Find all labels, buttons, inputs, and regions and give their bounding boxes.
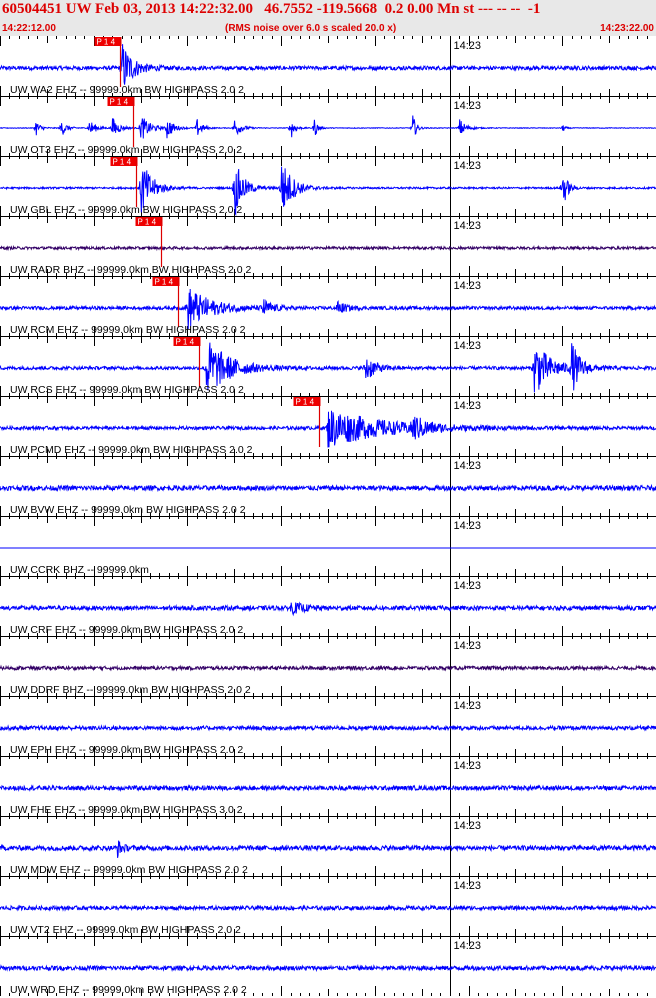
minute-label: 14:23 bbox=[454, 400, 482, 412]
waveform-trace bbox=[0, 784, 656, 793]
waveform-trace bbox=[0, 601, 656, 617]
waveform-trace bbox=[0, 904, 656, 912]
waveform-trace bbox=[0, 44, 656, 85]
station-label: UW CRF EHZ -- 99999.0km BW HIGHPASS 2.0 … bbox=[10, 624, 243, 636]
minute-label: 14:23 bbox=[454, 160, 482, 172]
station-label: UW DDRF BHZ -- 99999.0km BW HIGHPASS 2.0… bbox=[10, 684, 251, 696]
trace-panel: 14:23 UW MDW EHZ -- 99999.0km BW HIGHPASS… bbox=[0, 816, 656, 876]
trace-panel: 14:23 UW VT2 EHZ -- 99999.0km BW HIGHPASS… bbox=[0, 876, 656, 936]
trace-panel: 14:23 P 1 4 UW RCM EHZ -- 99999.0km BW HIG… bbox=[0, 276, 656, 336]
station-label: UW RCS EHZ -- 99999.0km BW HIGHPASS 2.0 … bbox=[10, 384, 244, 396]
minute-label: 14:23 bbox=[454, 820, 482, 832]
station-label: UW VT2 EHZ -- 99999.0km BW HIGHPASS 2.0 … bbox=[10, 924, 241, 936]
start-time-label: 14:22:12.00 bbox=[2, 23, 56, 34]
event-title: 60504451 UW Feb 03, 2013 14:22:32.00 46.… bbox=[2, 1, 541, 17]
trace-panel: 14:23 UW EPH EHZ -- 99999.0km BW HIGHPASS… bbox=[0, 696, 656, 756]
seismogram-plot: 14:23 P 1 4 UW WA2 EHZ -- 99999.0km BW HIG… bbox=[0, 36, 656, 996]
waveform-trace bbox=[0, 115, 656, 139]
station-label: UW EPH EHZ -- 99999.0km BW HIGHPASS 2.0 … bbox=[10, 744, 243, 756]
end-time-label: 14:23:22.00 bbox=[600, 23, 654, 34]
minute-label: 14:23 bbox=[454, 220, 482, 232]
pick-label: P 1 4 bbox=[138, 218, 157, 227]
waveform-trace bbox=[0, 963, 656, 973]
trace-panel: 14:23 UW BVW EHZ -- 99999.0km BW HIGHPASS… bbox=[0, 456, 656, 516]
station-label: UW FHE EHZ -- 99999.0km BW HIGHPASS 3.0 … bbox=[10, 804, 243, 816]
pick-label: P 1 4 bbox=[113, 158, 132, 167]
trace-panel: 14:23 UW FHE EHZ -- 99999.0km BW HIGHPASS… bbox=[0, 756, 656, 816]
station-label: UW MDW EHZ -- 99999.0km BW HIGHPASS 2.0 … bbox=[10, 864, 248, 876]
station-label: UW GBL EHZ -- 99999.0km BW HIGHPASS 2.0 … bbox=[10, 204, 242, 216]
trace-panel: 14:23 UW CCRK BHZ -- 99999.0km bbox=[0, 516, 656, 576]
waveform-trace bbox=[0, 244, 656, 252]
trace-panel: 14:23 UW WRD EHZ -- 99999.0km BW HIGHPASS… bbox=[0, 936, 656, 996]
pick-label: P 1 4 bbox=[176, 338, 195, 347]
minute-label: 14:23 bbox=[454, 700, 482, 712]
station-label: UW RCM EHZ -- 99999.0km BW HIGHPASS 2.0 … bbox=[10, 324, 246, 336]
waveform-trace bbox=[0, 664, 656, 672]
waveform-trace bbox=[0, 724, 656, 732]
station-label: UW WRD EHZ -- 99999.0km BW HIGHPASS 2.0 … bbox=[10, 984, 247, 996]
trace-panel: 14:23 P 1 4 UW PCMD EHZ -- 99999.0km BW HI… bbox=[0, 396, 656, 456]
trace-panel: 14:23 P 1 4 UW GBL EHZ -- 99999.0km BW HIG… bbox=[0, 156, 656, 217]
minute-label: 14:23 bbox=[454, 520, 482, 532]
trace-panel: 14:23 P 1 4 UW RCS EHZ -- 99999.0km BW HIG… bbox=[0, 336, 656, 396]
minute-label: 14:23 bbox=[454, 40, 482, 52]
trace-panel: 14:23 P 1 4 UW OT3 EHZ -- 99999.0km BW HIG… bbox=[0, 96, 656, 156]
minute-label: 14:23 bbox=[454, 280, 482, 292]
trace-panel: 14:23 P 1 4 UW WA2 EHZ -- 99999.0km BW HIG… bbox=[0, 36, 656, 96]
pick-label: P 1 4 bbox=[296, 398, 315, 407]
trace-panel: 14:23 UW DDRF BHZ -- 99999.0km BW HIGHPAS… bbox=[0, 636, 656, 696]
minute-label: 14:23 bbox=[454, 880, 482, 892]
waveform-trace bbox=[0, 410, 656, 448]
pick-label: P 1 4 bbox=[110, 98, 129, 107]
waveform-trace bbox=[0, 840, 656, 858]
station-label: UW CCRK BHZ -- 99999.0km bbox=[10, 564, 149, 576]
station-label: UW BVW EHZ -- 99999.0km BW HIGHPASS 2.0 … bbox=[10, 504, 246, 516]
minute-label: 14:23 bbox=[454, 340, 482, 352]
minute-label: 14:23 bbox=[454, 940, 482, 952]
pick-label: P 1 4 bbox=[155, 278, 174, 287]
waveform-trace bbox=[0, 483, 656, 493]
minute-label: 14:23 bbox=[454, 460, 482, 472]
station-label: UW OT3 EHZ -- 99999.0km BW HIGHPASS 2.0 … bbox=[10, 144, 242, 156]
station-label: UW PCMD EHZ -- 99999.0km BW HIGHPASS 2.0… bbox=[10, 444, 253, 456]
event-header: 60504451 UW Feb 03, 2013 14:22:32.00 46.… bbox=[0, 0, 656, 36]
station-label: UW RADR BHZ -- 99999.0km BW HIGHPASS 2.0… bbox=[10, 264, 252, 276]
station-label: UW WA2 EHZ -- 99999.0km BW HIGHPASS 2.0 … bbox=[10, 84, 244, 96]
minute-label: 14:23 bbox=[454, 580, 482, 592]
trace-panel: 14:23 UW CRF EHZ -- 99999.0km BW HIGHPASS… bbox=[0, 576, 656, 636]
trace-panel: 14:23 P 1 4 UW RADR BHZ -- 99999.0km BW HI… bbox=[0, 216, 656, 276]
minute-label: 14:23 bbox=[454, 100, 482, 112]
noise-note: (RMS noise over 6.0 s scaled 20.0 x) bbox=[225, 23, 397, 34]
pick-label: P 1 4 bbox=[97, 38, 116, 47]
minute-label: 14:23 bbox=[454, 760, 482, 772]
minute-label: 14:23 bbox=[454, 640, 482, 652]
